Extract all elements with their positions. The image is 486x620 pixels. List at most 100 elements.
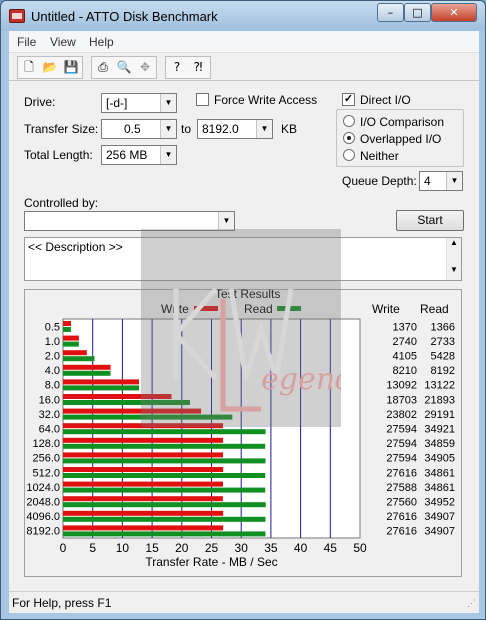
title-bar[interactable]: Untitled - ATTO Disk Benchmark – □ ✕ xyxy=(1,1,485,31)
write-value: 13092 xyxy=(386,380,417,392)
x-tick-label: 50 xyxy=(353,541,367,555)
transfer-from-select[interactable]: 0.5 ▼ xyxy=(101,119,177,139)
open-icon[interactable]: 📂 xyxy=(40,58,60,77)
category-label: 64.0 xyxy=(39,424,60,436)
chevron-down-icon: ▼ xyxy=(160,146,176,164)
overlapped-io-label: Overlapped I/O xyxy=(360,132,442,146)
write-bar xyxy=(63,496,223,502)
direct-io-label: Direct I/O xyxy=(360,93,411,107)
write-bar xyxy=(63,321,71,326)
write-bar xyxy=(63,423,224,429)
x-axis-title: Transfer Rate - MB / Sec xyxy=(145,555,277,569)
write-bar xyxy=(63,394,172,399)
queue-depth-value: 4 xyxy=(424,174,431,188)
write-value: 27616 xyxy=(386,511,417,523)
chevron-down-icon: ▼ xyxy=(160,120,176,138)
read-value: 34921 xyxy=(424,424,455,436)
print-preview-icon[interactable]: 🔍 xyxy=(114,58,134,77)
description-field[interactable]: << Description >> ▲ ▼ xyxy=(24,237,462,281)
x-tick-label: 20 xyxy=(175,541,189,555)
minimize-button[interactable]: – xyxy=(377,3,404,22)
x-tick-label: 25 xyxy=(205,541,219,555)
io-comparison-radio[interactable] xyxy=(343,115,355,127)
transfer-to-value: 8192.0 xyxy=(202,122,239,136)
overlapped-io-radio[interactable] xyxy=(343,132,355,144)
read-bar xyxy=(63,458,266,464)
read-bar xyxy=(63,400,190,405)
write-value: 23802 xyxy=(386,409,417,421)
write-bar xyxy=(63,379,139,385)
move-icon[interactable]: ✥ xyxy=(135,58,155,77)
app-icon xyxy=(9,9,25,23)
read-bar xyxy=(63,356,95,362)
force-write-label: Force Write Access xyxy=(214,93,318,107)
read-bar xyxy=(63,516,266,522)
read-value: 29191 xyxy=(424,409,455,421)
toolbar-group-print: ⎙ 🔍 ✥ xyxy=(91,56,157,79)
toolbar-group-help: ? ⁈ xyxy=(165,56,211,79)
start-button[interactable]: Start xyxy=(396,210,464,231)
write-value: 4105 xyxy=(393,351,417,363)
new-icon[interactable]: 🗋 xyxy=(19,58,39,77)
write-bar xyxy=(63,335,79,341)
category-label: 16.0 xyxy=(39,394,60,406)
read-bar xyxy=(63,385,140,391)
write-value: 27594 xyxy=(386,453,417,465)
maximize-button[interactable]: □ xyxy=(404,3,431,22)
read-value: 13122 xyxy=(424,380,455,392)
io-comparison-label: I/O Comparison xyxy=(360,115,445,129)
menu-help[interactable]: Help xyxy=(89,35,114,49)
write-value: 27594 xyxy=(386,424,417,436)
close-button[interactable]: ✕ xyxy=(431,3,477,22)
resize-grip-icon[interactable]: ⋰ xyxy=(467,598,476,609)
menu-view[interactable]: View xyxy=(50,35,76,49)
read-value: 2733 xyxy=(431,336,455,348)
category-label: 2.0 xyxy=(45,351,60,363)
x-tick-label: 0 xyxy=(60,541,67,555)
x-tick-label: 35 xyxy=(264,541,278,555)
write-bar xyxy=(63,481,224,487)
write-bar xyxy=(63,364,111,370)
write-bar xyxy=(63,350,87,356)
x-tick-label: 15 xyxy=(145,541,159,555)
category-label: 4096.0 xyxy=(26,511,60,523)
scroll-down-icon[interactable]: ▼ xyxy=(447,265,461,274)
direct-io-checkbox[interactable]: ✓ xyxy=(342,93,355,106)
x-tick-label: 45 xyxy=(324,541,338,555)
context-help-icon[interactable]: ⁈ xyxy=(188,58,208,77)
total-length-select[interactable]: 256 MB ▼ xyxy=(101,145,177,165)
drive-select[interactable]: [-d-] ▼ xyxy=(101,93,177,113)
print-icon[interactable]: ⎙ xyxy=(93,58,113,77)
write-value: 2740 xyxy=(393,336,417,348)
category-label: 256.0 xyxy=(32,453,60,465)
help-icon[interactable]: ? xyxy=(167,58,187,77)
menu-file[interactable]: File xyxy=(17,35,36,49)
write-value: 27616 xyxy=(386,467,417,479)
read-value: 1366 xyxy=(431,321,455,333)
x-tick-label: 30 xyxy=(235,541,249,555)
neither-radio[interactable] xyxy=(343,149,355,161)
queue-depth-select[interactable]: 4 ▼ xyxy=(419,171,463,191)
kb-label: KB xyxy=(281,122,298,136)
transfer-to-select[interactable]: 8192.0 ▼ xyxy=(197,119,273,139)
read-bar xyxy=(63,327,71,332)
write-bar xyxy=(63,408,202,414)
save-icon[interactable]: 💾 xyxy=(61,58,81,77)
read-bar xyxy=(63,531,266,537)
write-bar xyxy=(63,467,224,472)
queue-depth-label: Queue Depth: xyxy=(342,174,417,188)
description-scrollbar[interactable]: ▲ ▼ xyxy=(446,238,461,280)
drive-label: Drive: xyxy=(24,95,56,109)
toolbar-group-file: 🗋 📂 💾 xyxy=(17,56,83,79)
chevron-down-icon: ▼ xyxy=(256,120,272,138)
toolbar: 🗋 📂 💾 ⎙ 🔍 ✥ ? ⁈ xyxy=(9,54,479,81)
controlled-by-label: Controlled by: xyxy=(24,196,99,210)
force-write-checkbox[interactable] xyxy=(196,93,209,106)
status-text: For Help, press F1 xyxy=(12,596,112,610)
write-bar xyxy=(63,525,224,531)
write-value: 27616 xyxy=(386,526,417,538)
menu-bar: File View Help xyxy=(9,31,479,53)
controlled-by-select[interactable]: ▼ xyxy=(24,211,235,231)
x-tick-label: 5 xyxy=(89,541,96,555)
scroll-up-icon[interactable]: ▲ xyxy=(447,238,461,247)
